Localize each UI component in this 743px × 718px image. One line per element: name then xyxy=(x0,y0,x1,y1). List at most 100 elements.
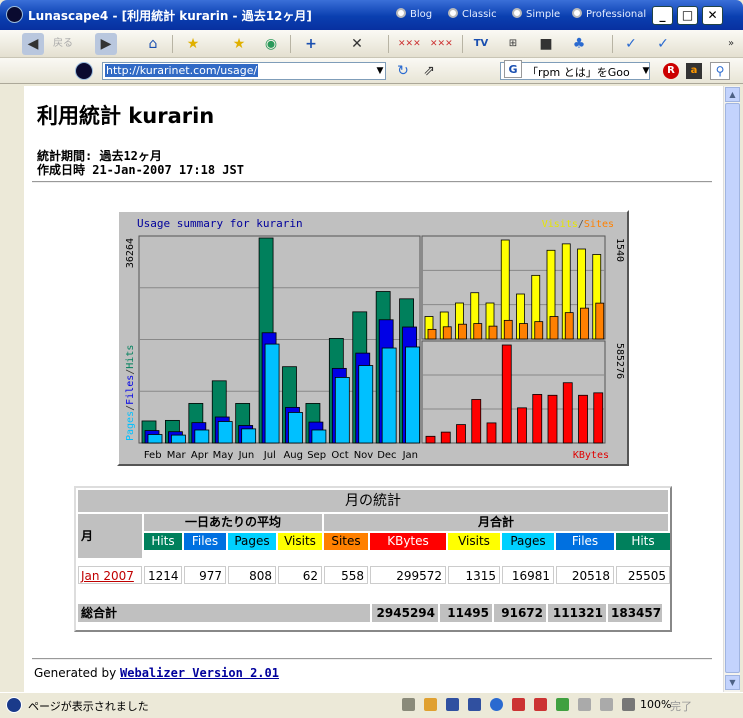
month-link[interactable]: Jan 2007 xyxy=(78,566,142,584)
radio-icon xyxy=(396,8,406,18)
feed-icon[interactable]: ◉ xyxy=(260,33,282,55)
image-icon[interactable] xyxy=(534,698,547,711)
popup-icon[interactable] xyxy=(424,698,437,711)
table-cell: 808 xyxy=(228,566,276,584)
maximize-button[interactable]: □ xyxy=(677,6,698,25)
forward-button[interactable]: ▶ xyxy=(95,33,117,55)
daily-col-hits: Hits xyxy=(144,533,182,550)
add-favorite-icon[interactable]: ★ xyxy=(228,33,250,55)
script-icon[interactable] xyxy=(490,698,503,711)
bar-sites xyxy=(503,319,513,340)
bar-sites xyxy=(564,312,574,340)
table-cell: 25505 xyxy=(616,566,670,584)
chart-icon[interactable]: ⇗ xyxy=(418,60,440,82)
zoom-level[interactable]: 100% xyxy=(640,698,671,711)
url-input[interactable]: http://kurarinet.com/usage/ xyxy=(102,62,386,80)
favorites-icon[interactable]: ★ xyxy=(182,33,204,55)
usage-chart-svg: Usage summary for kurarin Visits/Sites 362… xyxy=(125,217,625,461)
close-tab-icon[interactable]: ✕ xyxy=(346,33,368,55)
r-icon[interactable]: R xyxy=(663,63,679,79)
radio-icon xyxy=(448,8,458,18)
bar-pages xyxy=(381,347,397,444)
close-others-icon[interactable]: ✕✕✕ xyxy=(430,33,453,55)
network-icon[interactable] xyxy=(402,698,415,711)
lock-icon xyxy=(578,698,591,711)
x-tick-label: Nov xyxy=(354,450,374,461)
toolbar: ◀ 戻る ▶ ⌂ ★ ★ ◉ + ✕ ✕✕✕ ✕✕✕ TV ⊞ ■ ♣ ✓ ✓ … xyxy=(0,30,743,58)
zoom-icon[interactable] xyxy=(622,698,635,711)
mode-simple[interactable]: Simple xyxy=(512,8,560,20)
usage-chart: Usage summary for kurarin Visits/Sites 362… xyxy=(117,210,629,466)
tv-button[interactable]: TV xyxy=(470,33,492,55)
print-icon[interactable]: ■ xyxy=(535,33,557,55)
check-alt-icon[interactable]: ✓ xyxy=(652,33,674,55)
radio-icon xyxy=(512,8,522,18)
daily-col-pages: Pages xyxy=(228,533,276,550)
back-label: 戻る xyxy=(53,38,73,49)
amazon-icon[interactable]: a xyxy=(686,63,702,79)
new-tab-icon[interactable]: + xyxy=(300,33,322,55)
tools-icon[interactable]: ♣ xyxy=(568,33,590,55)
bar-sites xyxy=(458,323,467,340)
bar-kbytes xyxy=(471,399,482,444)
mode-classic[interactable]: Classic xyxy=(448,8,497,20)
java-icon[interactable] xyxy=(512,698,525,711)
search-input[interactable]: 「rpm とは」をGoo xyxy=(500,62,650,80)
cookie-icon[interactable] xyxy=(600,698,613,711)
check-icon[interactable]: ✓ xyxy=(620,33,642,55)
table-cell: 977 xyxy=(184,566,226,584)
back-button[interactable]: ◀ xyxy=(22,33,44,55)
bar-kbytes xyxy=(440,431,451,444)
bar-sites xyxy=(488,325,498,340)
minimize-button[interactable]: _ xyxy=(652,6,673,25)
left-axis-label: Pages/Files/Hits xyxy=(125,345,136,441)
webalizer-link[interactable]: Webalizer Version 2.01 xyxy=(120,666,279,680)
bar-pages xyxy=(147,434,163,444)
sound-icon[interactable] xyxy=(468,698,481,711)
x-tick-label: Jun xyxy=(238,450,255,461)
close-button[interactable]: ✕ xyxy=(702,6,723,25)
daily-average-header: 一日あたりの平均 xyxy=(144,514,322,531)
chart-legend-visits-sites: Visits/Sites xyxy=(542,219,614,230)
page-info-icon[interactable] xyxy=(446,698,459,711)
footer-prefix: Generated by xyxy=(34,666,117,680)
tile-icon[interactable]: ⊞ xyxy=(502,33,524,55)
table-cell: 16981 xyxy=(502,566,554,584)
monthly-col-pages: Pages xyxy=(502,533,554,550)
x-tick-label: Aug xyxy=(283,450,303,461)
toolbar-separator xyxy=(612,35,613,53)
scroll-thumb[interactable] xyxy=(725,103,740,673)
x-tick-label: Feb xyxy=(144,450,162,461)
search-engine-icon[interactable]: G xyxy=(504,60,522,78)
mode-blog[interactable]: Blog xyxy=(396,8,432,20)
totals-cell: 11495 xyxy=(440,604,492,622)
url-dropdown-icon[interactable]: ▼ xyxy=(374,63,386,79)
x-tick-label: Oct xyxy=(331,450,348,461)
toolbar-overflow-icon[interactable]: » xyxy=(720,33,742,55)
address-bar: http://kurarinet.com/usage/ ▼ ↻ ⇗ G 「rpm… xyxy=(0,58,743,84)
toolbar-separator xyxy=(388,35,389,53)
home-icon[interactable]: ⌂ xyxy=(142,33,164,55)
activex-icon[interactable] xyxy=(556,698,569,711)
monthly-col-sites: Sites xyxy=(324,533,368,550)
generated-date: 作成日時 21-Jan-2007 17:18 JST xyxy=(37,163,244,177)
scroll-down-icon[interactable]: ▼ xyxy=(725,675,740,690)
x-tick-label: May xyxy=(213,450,234,461)
chart-kbytes-plot xyxy=(421,340,606,444)
side-panel xyxy=(0,86,24,692)
divider xyxy=(32,181,712,183)
bar-pages xyxy=(171,434,186,444)
vertical-scrollbar[interactable]: ▲ ▼ xyxy=(723,86,740,692)
bar-sites xyxy=(473,323,483,340)
refresh-icon[interactable]: ↻ xyxy=(392,60,414,82)
mode-professional[interactable]: Professional xyxy=(572,8,646,20)
bar-sites xyxy=(427,328,437,340)
search-icon[interactable]: ⚲ xyxy=(710,62,730,80)
search-dropdown-icon[interactable]: ▼ xyxy=(640,63,652,79)
close-all-icon[interactable]: ✕✕✕ xyxy=(398,33,421,55)
title-bar: Lunascape4 - [利用統計 kurarin - 過去12ヶ月] Blo… xyxy=(0,0,743,30)
daily-col-files: Files xyxy=(184,533,226,550)
bar-kbytes xyxy=(501,344,512,444)
scroll-up-icon[interactable]: ▲ xyxy=(725,87,740,102)
app-icon xyxy=(6,6,23,23)
